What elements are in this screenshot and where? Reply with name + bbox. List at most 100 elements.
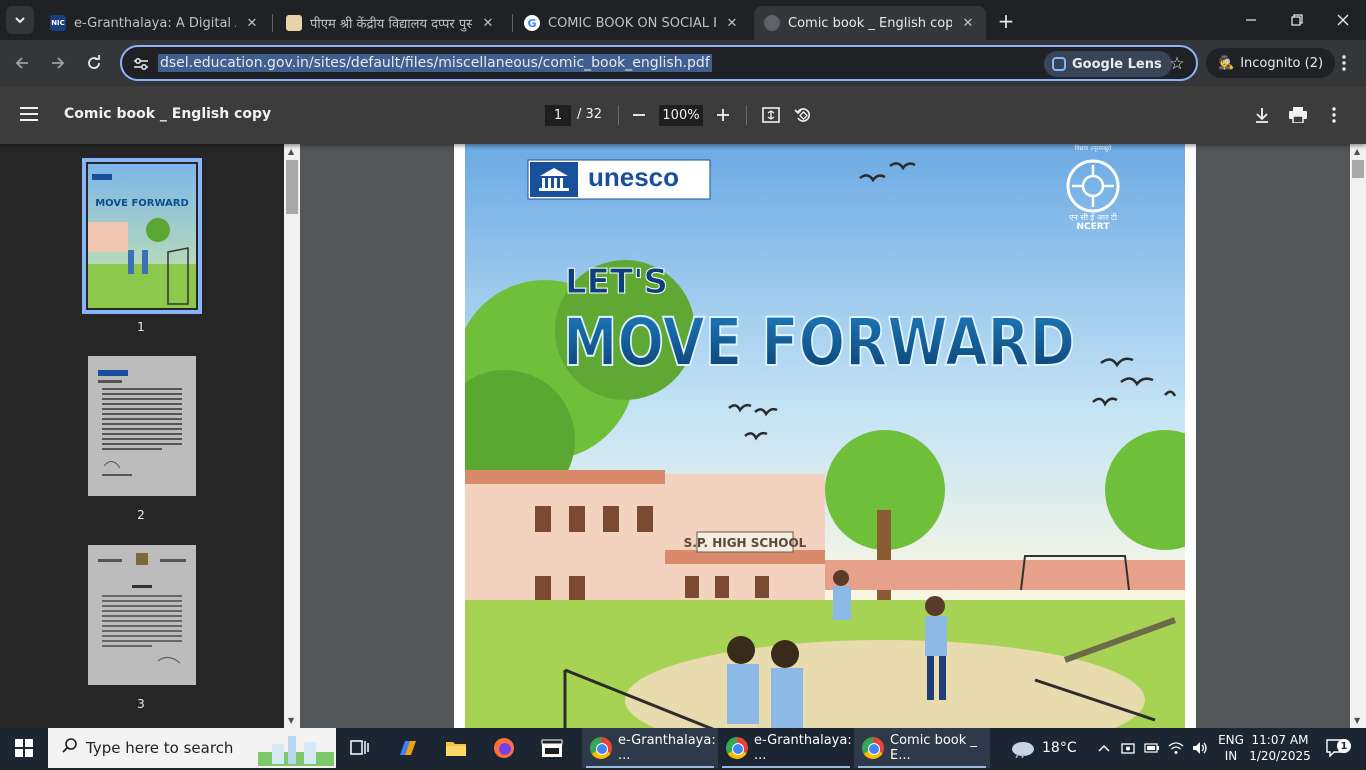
close-icon[interactable]: ✕ — [480, 15, 496, 31]
print-button[interactable] — [1286, 103, 1310, 127]
scroll-up-icon[interactable]: ▲ — [288, 147, 294, 156]
restore-icon — [1291, 14, 1303, 26]
ncert-logo: NCERT — [1076, 222, 1110, 232]
media-app-button[interactable] — [534, 732, 570, 764]
restore-button[interactable] — [1274, 6, 1320, 34]
zoom-out-button[interactable] — [627, 103, 651, 127]
taskbar-app-egranthalaya-1[interactable]: e-Granthalaya: ... — [582, 728, 718, 768]
viewer-scrollbar-thumb[interactable] — [1352, 160, 1364, 178]
tab-strip: NIC e-Granthalaya: A Digital Agenda ✕ पी… — [0, 0, 1366, 40]
page-number-input[interactable]: 1 — [545, 105, 571, 126]
chevron-up-icon[interactable] — [1094, 732, 1114, 764]
language-indicator[interactable]: ENG IN — [1214, 732, 1248, 764]
tab-kendriya-vidyalaya[interactable]: पीएम श्री केंद्रीय विद्यालय दप्पर पुस्तक… — [276, 6, 506, 40]
emblem-motto: विद्यया ऽमृतमश्नुते — [1074, 145, 1112, 152]
weather-temperature[interactable]: 18°C — [1042, 740, 1077, 756]
incognito-icon: 🕵 — [1218, 55, 1235, 71]
close-icon[interactable]: ✕ — [960, 15, 976, 31]
tab-title: Comic book _ English copy — [788, 15, 952, 31]
tab-comic-book-english[interactable]: Comic book _ English copy ✕ — [754, 6, 986, 40]
search-highlight-icon — [258, 732, 334, 770]
thumbnail-page-3[interactable] — [88, 545, 196, 685]
task-view-button[interactable] — [342, 732, 378, 764]
zoom-in-button[interactable] — [711, 103, 735, 127]
start-button[interactable] — [0, 728, 48, 768]
nic-favicon-icon: NIC — [50, 15, 66, 31]
back-button[interactable] — [8, 49, 36, 77]
notification-center-button[interactable]: 1 — [1318, 732, 1354, 764]
clock-time: 11:07 AM — [1251, 733, 1309, 747]
arrow-left-icon — [15, 57, 28, 69]
tab-divider — [512, 14, 513, 32]
copilot-icon — [400, 741, 416, 755]
folder-icon — [446, 742, 466, 756]
unesco-logo: unesco — [588, 162, 680, 192]
address-bar[interactable]: dsel.education.gov.in/sites/default/file… — [120, 45, 1198, 81]
weather-icon[interactable] — [1006, 732, 1040, 764]
clock[interactable]: 11:07 AM 1/20/2025 — [1248, 732, 1312, 764]
pdf-more-button[interactable] — [1322, 103, 1346, 127]
meet-camera-icon[interactable] — [1118, 732, 1138, 764]
thumbnail-sidebar: MOVE FORWARD 1 2 3 — [0, 144, 300, 728]
minimize-button[interactable] — [1228, 6, 1274, 34]
google-lens-button[interactable]: Google Lens — [1044, 51, 1172, 77]
chevron-down-icon — [15, 17, 25, 24]
scroll-down-icon[interactable]: ▼ — [288, 716, 294, 725]
copilot-button[interactable] — [390, 732, 426, 764]
globe-icon — [764, 15, 780, 31]
pdf-viewer[interactable]: S.P. HIGH SCHOOL LET'S MOVE FORWARD unes… — [300, 144, 1350, 728]
taskbar-search-box[interactable]: Type here to search — [48, 728, 336, 768]
scroll-up-icon[interactable]: ▲ — [1354, 147, 1360, 156]
fit-to-page-button[interactable] — [759, 103, 783, 127]
tab-e-granthalaya[interactable]: NIC e-Granthalaya: A Digital Agenda ✕ — [40, 6, 270, 40]
volume-icon[interactable] — [1190, 732, 1210, 764]
firefox-icon — [494, 738, 514, 758]
tab-comic-book-social-health[interactable]: G COMIC BOOK ON SOCIAL HEALTH ✕ — [514, 6, 750, 40]
chrome-icon — [862, 737, 884, 759]
rotate-button[interactable] — [791, 103, 815, 127]
sidebar-menu-icon[interactable] — [20, 103, 44, 127]
sidebar-scrollbar[interactable] — [284, 144, 300, 728]
viewer-scrollbar[interactable] — [1350, 144, 1366, 728]
firefox-button[interactable] — [486, 732, 522, 764]
clapperboard-icon — [541, 739, 563, 757]
thumbnail-page-2[interactable] — [88, 356, 196, 496]
minus-icon — [633, 114, 645, 116]
incognito-button[interactable]: 🕵 Incognito (2) — [1206, 48, 1336, 78]
wifi-icon[interactable] — [1166, 732, 1186, 764]
cover-thumbnail-image: MOVE FORWARD — [88, 174, 196, 308]
pdf-toolbar: Comic book _ English copy 1 / 32 100% — [0, 86, 1366, 144]
download-button[interactable] — [1250, 103, 1274, 127]
close-window-button[interactable] — [1320, 6, 1366, 34]
file-explorer-button[interactable] — [438, 732, 474, 764]
browser-menu-button[interactable] — [1332, 50, 1356, 76]
taskbar-app-label: e-Granthalaya: ... — [618, 733, 716, 763]
reload-icon — [88, 55, 100, 69]
taskbar-app-label: Comic book _ E... — [890, 733, 977, 763]
incognito-label: Incognito (2) — [1240, 55, 1324, 71]
site-settings-icon[interactable] — [132, 55, 150, 73]
close-icon[interactable]: ✕ — [724, 15, 740, 31]
toolbar-divider — [618, 105, 619, 125]
new-tab-button[interactable]: + — [994, 9, 1018, 33]
tab-title: e-Granthalaya: A Digital Agenda — [74, 15, 236, 31]
close-icon[interactable]: ✕ — [244, 15, 260, 31]
reload-button[interactable] — [80, 49, 108, 77]
battery-icon[interactable] — [1142, 732, 1162, 764]
zoom-level-input[interactable]: 100% — [659, 105, 703, 126]
fit-page-icon — [762, 107, 780, 123]
taskbar-app-egranthalaya-2[interactable]: e-Granthalaya: ... — [718, 728, 854, 768]
bookmark-star-icon[interactable]: ☆ — [1164, 51, 1190, 77]
more-vert-icon — [1332, 107, 1336, 123]
tab-search-button[interactable] — [6, 6, 34, 34]
url-text[interactable]: dsel.education.gov.in/sites/default/file… — [158, 54, 712, 72]
cover-title-main: MOVE FORWARD — [563, 304, 1075, 381]
sidebar-scrollbar-thumb[interactable] — [286, 160, 298, 214]
taskbar-app-comic-book[interactable]: Comic book _ E... — [854, 728, 990, 768]
forward-button[interactable] — [44, 49, 72, 77]
notification-count-badge: 1 — [1337, 739, 1351, 753]
thumbnail-page-1[interactable]: MOVE FORWARD — [82, 158, 202, 314]
library-favicon-icon — [286, 15, 302, 31]
scroll-down-icon[interactable]: ▼ — [1354, 716, 1360, 725]
school-sign: S.P. HIGH SCHOOL — [684, 536, 807, 550]
